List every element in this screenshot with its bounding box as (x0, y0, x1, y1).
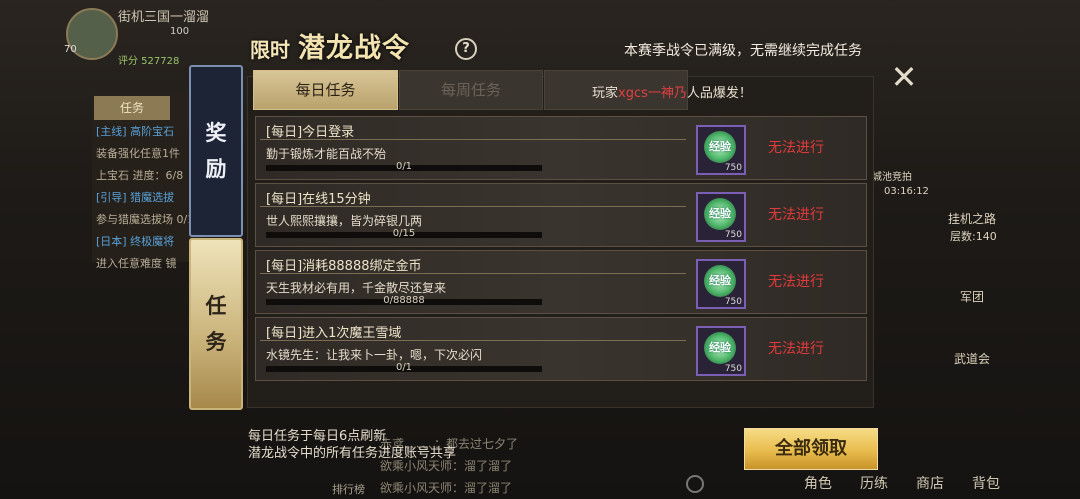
claim-all-button[interactable]: 全部领取 (744, 428, 878, 470)
chat-line: 欲乘小风天师：溜了溜了 (380, 481, 513, 495)
task-desc: 水镜先生：让我来卜一卦，嗯，下次必闪 (266, 348, 483, 362)
task-row: [每日]消耗88888绑定金币 天生我材必有用，千金散尽还复来 0/88888 … (255, 250, 867, 314)
season-notice: 本赛季战令已满级，无需继续完成任务 (624, 43, 862, 59)
task-status: 无法进行 (768, 341, 824, 357)
gear-icon[interactable] (686, 475, 704, 493)
reward-item[interactable]: 经验 750 (696, 326, 746, 376)
reward-item[interactable]: 经验 750 (696, 192, 746, 242)
reward-qty: 750 (724, 163, 742, 173)
marquee-player: xgcs一神乃 (618, 86, 687, 101)
task-title: [每日]在线15分钟 (266, 192, 371, 207)
task-progress-text: 0/1 (395, 362, 413, 373)
ranking-label[interactable]: 排行榜 (332, 481, 365, 497)
footer-note-line: 潜龙战令中的所有任务进度账号共享 (248, 446, 457, 461)
nav-shop[interactable]: 商店 (916, 473, 944, 493)
reward-qty: 750 (724, 297, 742, 307)
task-title: [每日]消耗88888绑定金币 (266, 259, 422, 274)
reward-qty: 750 (724, 230, 742, 240)
quest-tracker-line[interactable]: [引导] 猎魔选拔 (92, 186, 204, 208)
arena-label[interactable]: 武道会 (954, 350, 990, 367)
side-tab-task-char: 任 (205, 293, 227, 318)
dialog-title: 限时 潜龙战令 (250, 26, 410, 65)
quest-tracker-line: 装备强化任意1件 (96, 147, 180, 160)
player-level: 70 (64, 44, 77, 55)
city-auction-label[interactable]: 城池竞拍 (872, 168, 912, 183)
side-tab-reward-char: 奖 (205, 120, 227, 145)
task-progress-text: 0/15 (392, 228, 416, 239)
quest-tracker-line[interactable]: [日本] 终极魔将 (92, 230, 204, 252)
side-tab-task-char: 务 (205, 329, 227, 354)
player-name: 街机三国一溜溜 (118, 10, 210, 25)
auction-timer: 03:16:12 (884, 186, 929, 197)
task-desc: 天生我材必有用，千金散尽还复来 (266, 281, 447, 295)
footer-note-line: 每日任务于每日6点刷新 (248, 429, 387, 444)
reward-label: 经验 (709, 274, 731, 287)
reward-label: 经验 (709, 140, 731, 153)
nav-character[interactable]: 角色 (804, 473, 832, 493)
tab-weekly-tasks[interactable]: 每周任务 (399, 70, 543, 110)
reward-item[interactable]: 经验 750 (696, 125, 746, 175)
task-status: 无法进行 (768, 207, 824, 223)
task-row: [每日]在线15分钟 世人熙熙攘攘，皆为碎银几两 0/15 经验 750 无法进… (255, 183, 867, 247)
nav-bag[interactable]: 背包 (972, 473, 1000, 493)
task-status: 无法进行 (768, 140, 824, 156)
task-desc: 世人熙熙攘攘，皆为碎银几两 (266, 214, 423, 228)
quest-tracker-line[interactable]: [主线] 高阶宝石 (92, 120, 204, 142)
nav-training[interactable]: 历练 (860, 473, 888, 493)
quest-tracker-line: 参与猎魔选拔场 0/1 (96, 213, 195, 226)
tab-daily-tasks[interactable]: 每日任务 (253, 70, 398, 110)
help-icon[interactable]: ? (455, 38, 477, 60)
reward-item[interactable]: 经验 750 (696, 259, 746, 309)
task-desc: 勤于锻炼才能百战不殆 (266, 147, 387, 161)
quest-tracker-line: 进入任意难度 镜 (96, 257, 177, 270)
side-tab-reward[interactable]: 奖 励 (189, 65, 243, 237)
bottom-nav: 角色 历练 商店 背包 (804, 473, 1000, 493)
quest-tracker-line: 上宝石 进度：6/8 (96, 169, 184, 182)
side-tab-task[interactable]: 任 务 (189, 238, 243, 410)
marquee-suffix: 人品爆发！ (686, 86, 752, 101)
reward-label: 经验 (709, 207, 731, 220)
task-row: [每日]今日登录 勤于锻炼才能百战不殆 0/1 经验 750 无法进行 (255, 116, 867, 180)
task-title: [每日]进入1次魔王雪域 (266, 326, 402, 341)
player-score: 评分 527728 (118, 56, 180, 67)
task-progress-text: 0/88888 (383, 295, 425, 306)
footer-note: 每日任务于每日6点刷新 潜龙战令中的所有任务进度账号共享 (248, 428, 456, 462)
reward-label: 经验 (709, 341, 731, 354)
task-status: 无法进行 (768, 274, 824, 290)
player-hp: 100 (170, 26, 190, 37)
close-icon[interactable]: ✕ (888, 61, 920, 95)
idle-road-label[interactable]: 挂机之路 (948, 210, 996, 227)
legion-label[interactable]: 军团 (960, 288, 984, 305)
quest-tracker-tab[interactable]: 任务 (94, 96, 170, 120)
task-row: [每日]进入1次魔王雪域 水镜先生：让我来卜一卦，嗯，下次必闪 0/1 经验 7… (255, 317, 867, 381)
title-limited: 限时 (250, 38, 290, 62)
task-title: [每日]今日登录 (266, 125, 355, 140)
announcement-marquee: 玩家xgcs一神乃人品爆发！ (592, 82, 752, 101)
reward-qty: 750 (724, 364, 742, 374)
marquee-prefix: 玩家 (592, 86, 619, 101)
side-tab-reward-char: 励 (205, 156, 227, 181)
task-progress-text: 0/1 (395, 161, 413, 172)
title-main: 潜龙战令 (298, 33, 410, 64)
idle-road-floor: 层数:140 (950, 230, 997, 243)
